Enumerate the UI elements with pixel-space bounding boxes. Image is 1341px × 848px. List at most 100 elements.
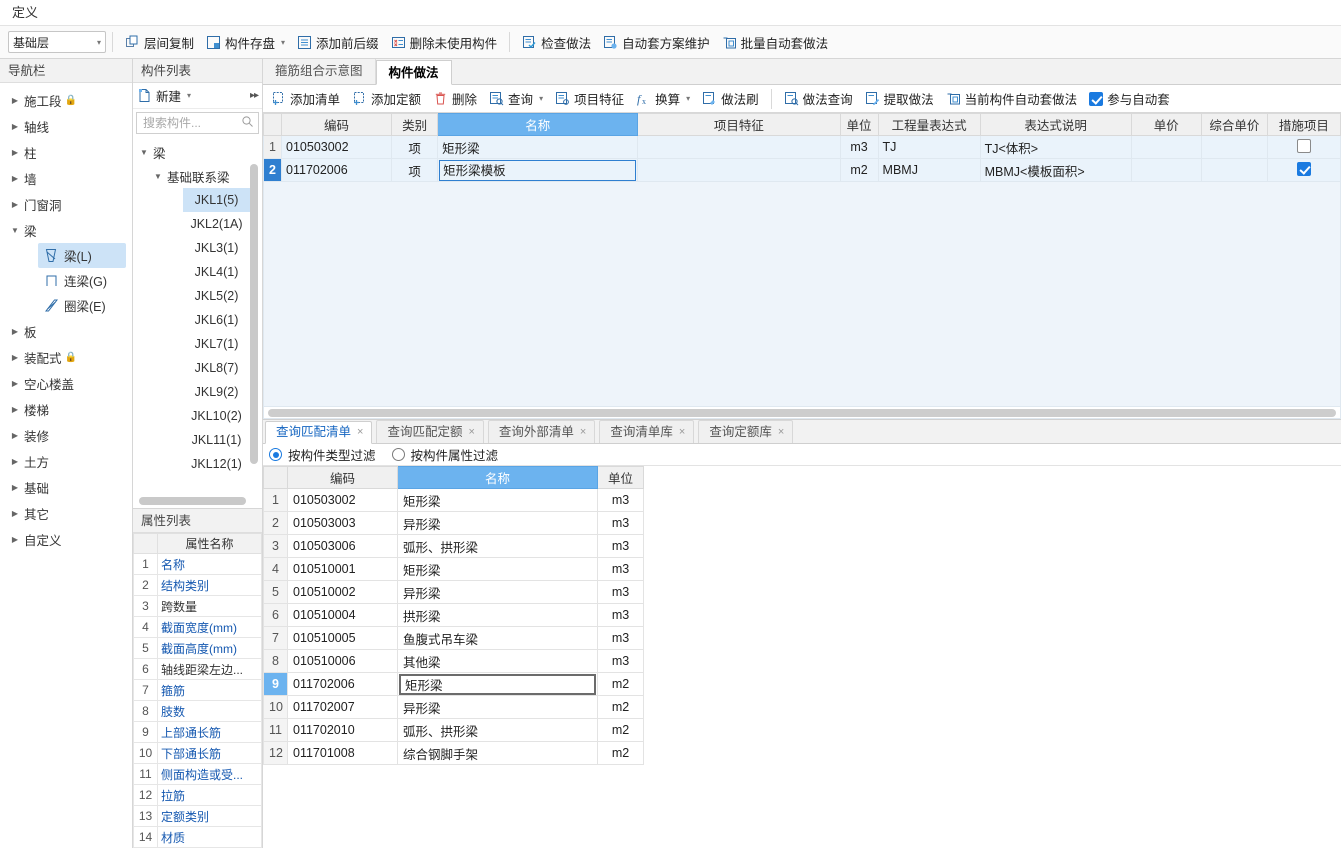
- new-component-button[interactable]: 新建: [156, 86, 181, 105]
- table-row[interactable]: 5 截面高度(mm): [133, 637, 262, 659]
- cell-project-feature[interactable]: [637, 135, 841, 159]
- nav-item-stairs[interactable]: ▶ 楼梯: [0, 396, 132, 422]
- delete-button[interactable]: 删除: [427, 87, 483, 111]
- table-row[interactable]: 11 侧面构造或受...: [133, 763, 262, 785]
- cell-unit[interactable]: m3: [597, 557, 644, 581]
- add-list-button[interactable]: 添加清单: [265, 87, 346, 111]
- property-name[interactable]: 结构类别: [157, 574, 262, 596]
- property-name[interactable]: 名称: [157, 553, 262, 575]
- list-item[interactable]: JKL4(1): [183, 260, 250, 284]
- nav-item-prefabricated[interactable]: ▶ 装配式 🔒: [0, 344, 132, 370]
- list-item[interactable]: JKL12(1): [183, 452, 250, 476]
- cell-code[interactable]: 010510006: [287, 649, 398, 673]
- property-name[interactable]: 肢数: [157, 700, 262, 722]
- cell-unit[interactable]: m3: [597, 649, 644, 673]
- cell-name-editor[interactable]: 矩形梁模板: [439, 159, 637, 181]
- cell-unit[interactable]: m3: [839, 135, 879, 159]
- cell-name[interactable]: 矩形梁模板: [437, 158, 639, 182]
- cell-code[interactable]: 010510004: [287, 603, 398, 627]
- list-item[interactable]: JKL6(1): [183, 308, 250, 332]
- table-row[interactable]: 2 010503003 异形梁 m3: [263, 511, 644, 535]
- table-row[interactable]: 11 011702010 弧形、拱形梁 m2: [263, 718, 644, 742]
- filter-by-component-type-label[interactable]: 按构件类型过滤: [288, 445, 376, 464]
- cell-expression-description[interactable]: TJ<体积>: [979, 135, 1132, 159]
- cell-type[interactable]: 项: [391, 135, 439, 159]
- chevron-down-icon[interactable]: ▾: [686, 94, 690, 103]
- batch-auto-method-button[interactable]: 批量自动套做法: [716, 30, 835, 54]
- checkbox-icon[interactable]: [1296, 138, 1311, 153]
- cell-unit[interactable]: m3: [597, 534, 644, 558]
- cell-expression-description[interactable]: MBMJ<模板面积>: [979, 158, 1132, 182]
- cell-name[interactable]: 异形梁: [397, 580, 598, 604]
- cell-code[interactable]: 011702007: [287, 695, 398, 719]
- col-header-expression-description[interactable]: 表达式说明: [979, 113, 1132, 136]
- chevron-down-icon[interactable]: ▾: [539, 94, 543, 103]
- cell-name[interactable]: 鱼腹式吊车梁: [397, 626, 598, 650]
- property-name[interactable]: 下部通长筋: [157, 742, 262, 764]
- close-icon[interactable]: ×: [580, 421, 586, 444]
- cell-unit[interactable]: m2: [597, 718, 644, 742]
- col-header-type[interactable]: 类别: [391, 113, 439, 136]
- nav-item-wall[interactable]: ▶ 墙: [0, 165, 132, 191]
- property-name[interactable]: 截面高度(mm): [157, 637, 262, 659]
- col-header-quantity-expression[interactable]: 工程量表达式: [877, 113, 981, 136]
- cell-unit-price[interactable]: [1130, 158, 1202, 182]
- property-name[interactable]: 侧面构造或受...: [157, 763, 262, 785]
- col-header-code[interactable]: 编码: [281, 113, 393, 136]
- table-row[interactable]: 1 名称: [133, 553, 262, 575]
- table-row[interactable]: 8 肢数: [133, 700, 262, 722]
- table-row[interactable]: 1 010503002 矩形梁 m3: [263, 488, 644, 512]
- cell-code[interactable]: 010503002: [281, 135, 393, 159]
- tree-root-beam[interactable]: ▼ 梁: [133, 140, 262, 164]
- component-tree-horizontal-scrollbar[interactable]: [139, 497, 246, 505]
- table-row[interactable]: 5 010510002 异形梁 m3: [263, 580, 644, 604]
- table-row[interactable]: 1 010503002 项 矩形梁 m3 TJ TJ<体积>: [262, 135, 1341, 159]
- delete-unused-component-button[interactable]: 删除未使用构件: [385, 30, 504, 54]
- cell-quantity-expression[interactable]: TJ: [877, 135, 981, 159]
- nav-item-column[interactable]: ▶ 柱: [0, 139, 132, 165]
- col-header-unit[interactable]: 单位: [839, 113, 879, 136]
- tree-group-foundation-tie-beam[interactable]: ▼ 基础联系梁: [133, 164, 262, 188]
- nav-item-foundation[interactable]: ▶ 基础: [0, 474, 132, 500]
- radio-filter-by-component-type[interactable]: [269, 448, 282, 461]
- nav-item-other[interactable]: ▶ 其它: [0, 500, 132, 526]
- close-icon[interactable]: ×: [357, 421, 363, 444]
- cell-code[interactable]: 010503006: [287, 534, 398, 558]
- method-query-button[interactable]: 做法查询: [778, 87, 859, 111]
- cell-code[interactable]: 010503003: [287, 511, 398, 535]
- participate-auto-method-checkbox[interactable]: 参与自动套: [1083, 87, 1176, 111]
- cell-unit[interactable]: m3: [597, 603, 644, 627]
- close-icon[interactable]: ×: [468, 421, 474, 444]
- tab-stirrup-diagram[interactable]: 箍筋组合示意图: [263, 59, 376, 84]
- close-icon[interactable]: ×: [778, 421, 784, 444]
- nav-child-coupling-beam-g[interactable]: 连梁(G): [38, 268, 126, 293]
- cell-code[interactable]: 011702006: [287, 672, 398, 696]
- table-row[interactable]: 2 结构类别: [133, 574, 262, 596]
- cell-name[interactable]: 矩形梁: [397, 672, 598, 696]
- cell-name[interactable]: 矩形梁: [437, 135, 639, 159]
- table-row[interactable]: 7 箍筋: [133, 679, 262, 701]
- floor-select[interactable]: 基础层 ▾: [8, 31, 106, 53]
- col-header-unit-price[interactable]: 单价: [1130, 113, 1202, 136]
- nav-item-door-window-opening[interactable]: ▶ 门窗洞: [0, 191, 132, 217]
- cell-code[interactable]: 010510002: [287, 580, 398, 604]
- project-feature-button[interactable]: 项目特征: [549, 87, 630, 111]
- table-row[interactable]: 6 010510004 拱形梁 m3: [263, 603, 644, 627]
- cell-unit[interactable]: m2: [839, 158, 879, 182]
- nav-item-hollow-floor[interactable]: ▶ 空心楼盖: [0, 370, 132, 396]
- col-header-project-feature[interactable]: 项目特征: [637, 113, 841, 136]
- convert-button[interactable]: fx 换算 ▾: [630, 87, 696, 111]
- table-row[interactable]: 4 截面宽度(mm): [133, 616, 262, 638]
- table-row[interactable]: 12 011701008 综合钢脚手架 m2: [263, 741, 644, 765]
- col-header-comprehensive-price[interactable]: 综合单价: [1200, 113, 1268, 136]
- list-item[interactable]: JKL10(2): [183, 404, 250, 428]
- table-row[interactable]: 10 011702007 异形梁 m2: [263, 695, 644, 719]
- cell-name[interactable]: 拱形梁: [397, 603, 598, 627]
- table-row[interactable]: 10 下部通长筋: [133, 742, 262, 764]
- property-name[interactable]: 截面宽度(mm): [157, 616, 262, 638]
- col-header-name[interactable]: 名称: [397, 466, 598, 489]
- cell-measure-item[interactable]: [1266, 158, 1341, 182]
- tab-query-list-library[interactable]: 查询清单库 ×: [599, 420, 695, 443]
- search-icon[interactable]: [241, 115, 254, 131]
- table-row[interactable]: 14 材质: [133, 826, 262, 848]
